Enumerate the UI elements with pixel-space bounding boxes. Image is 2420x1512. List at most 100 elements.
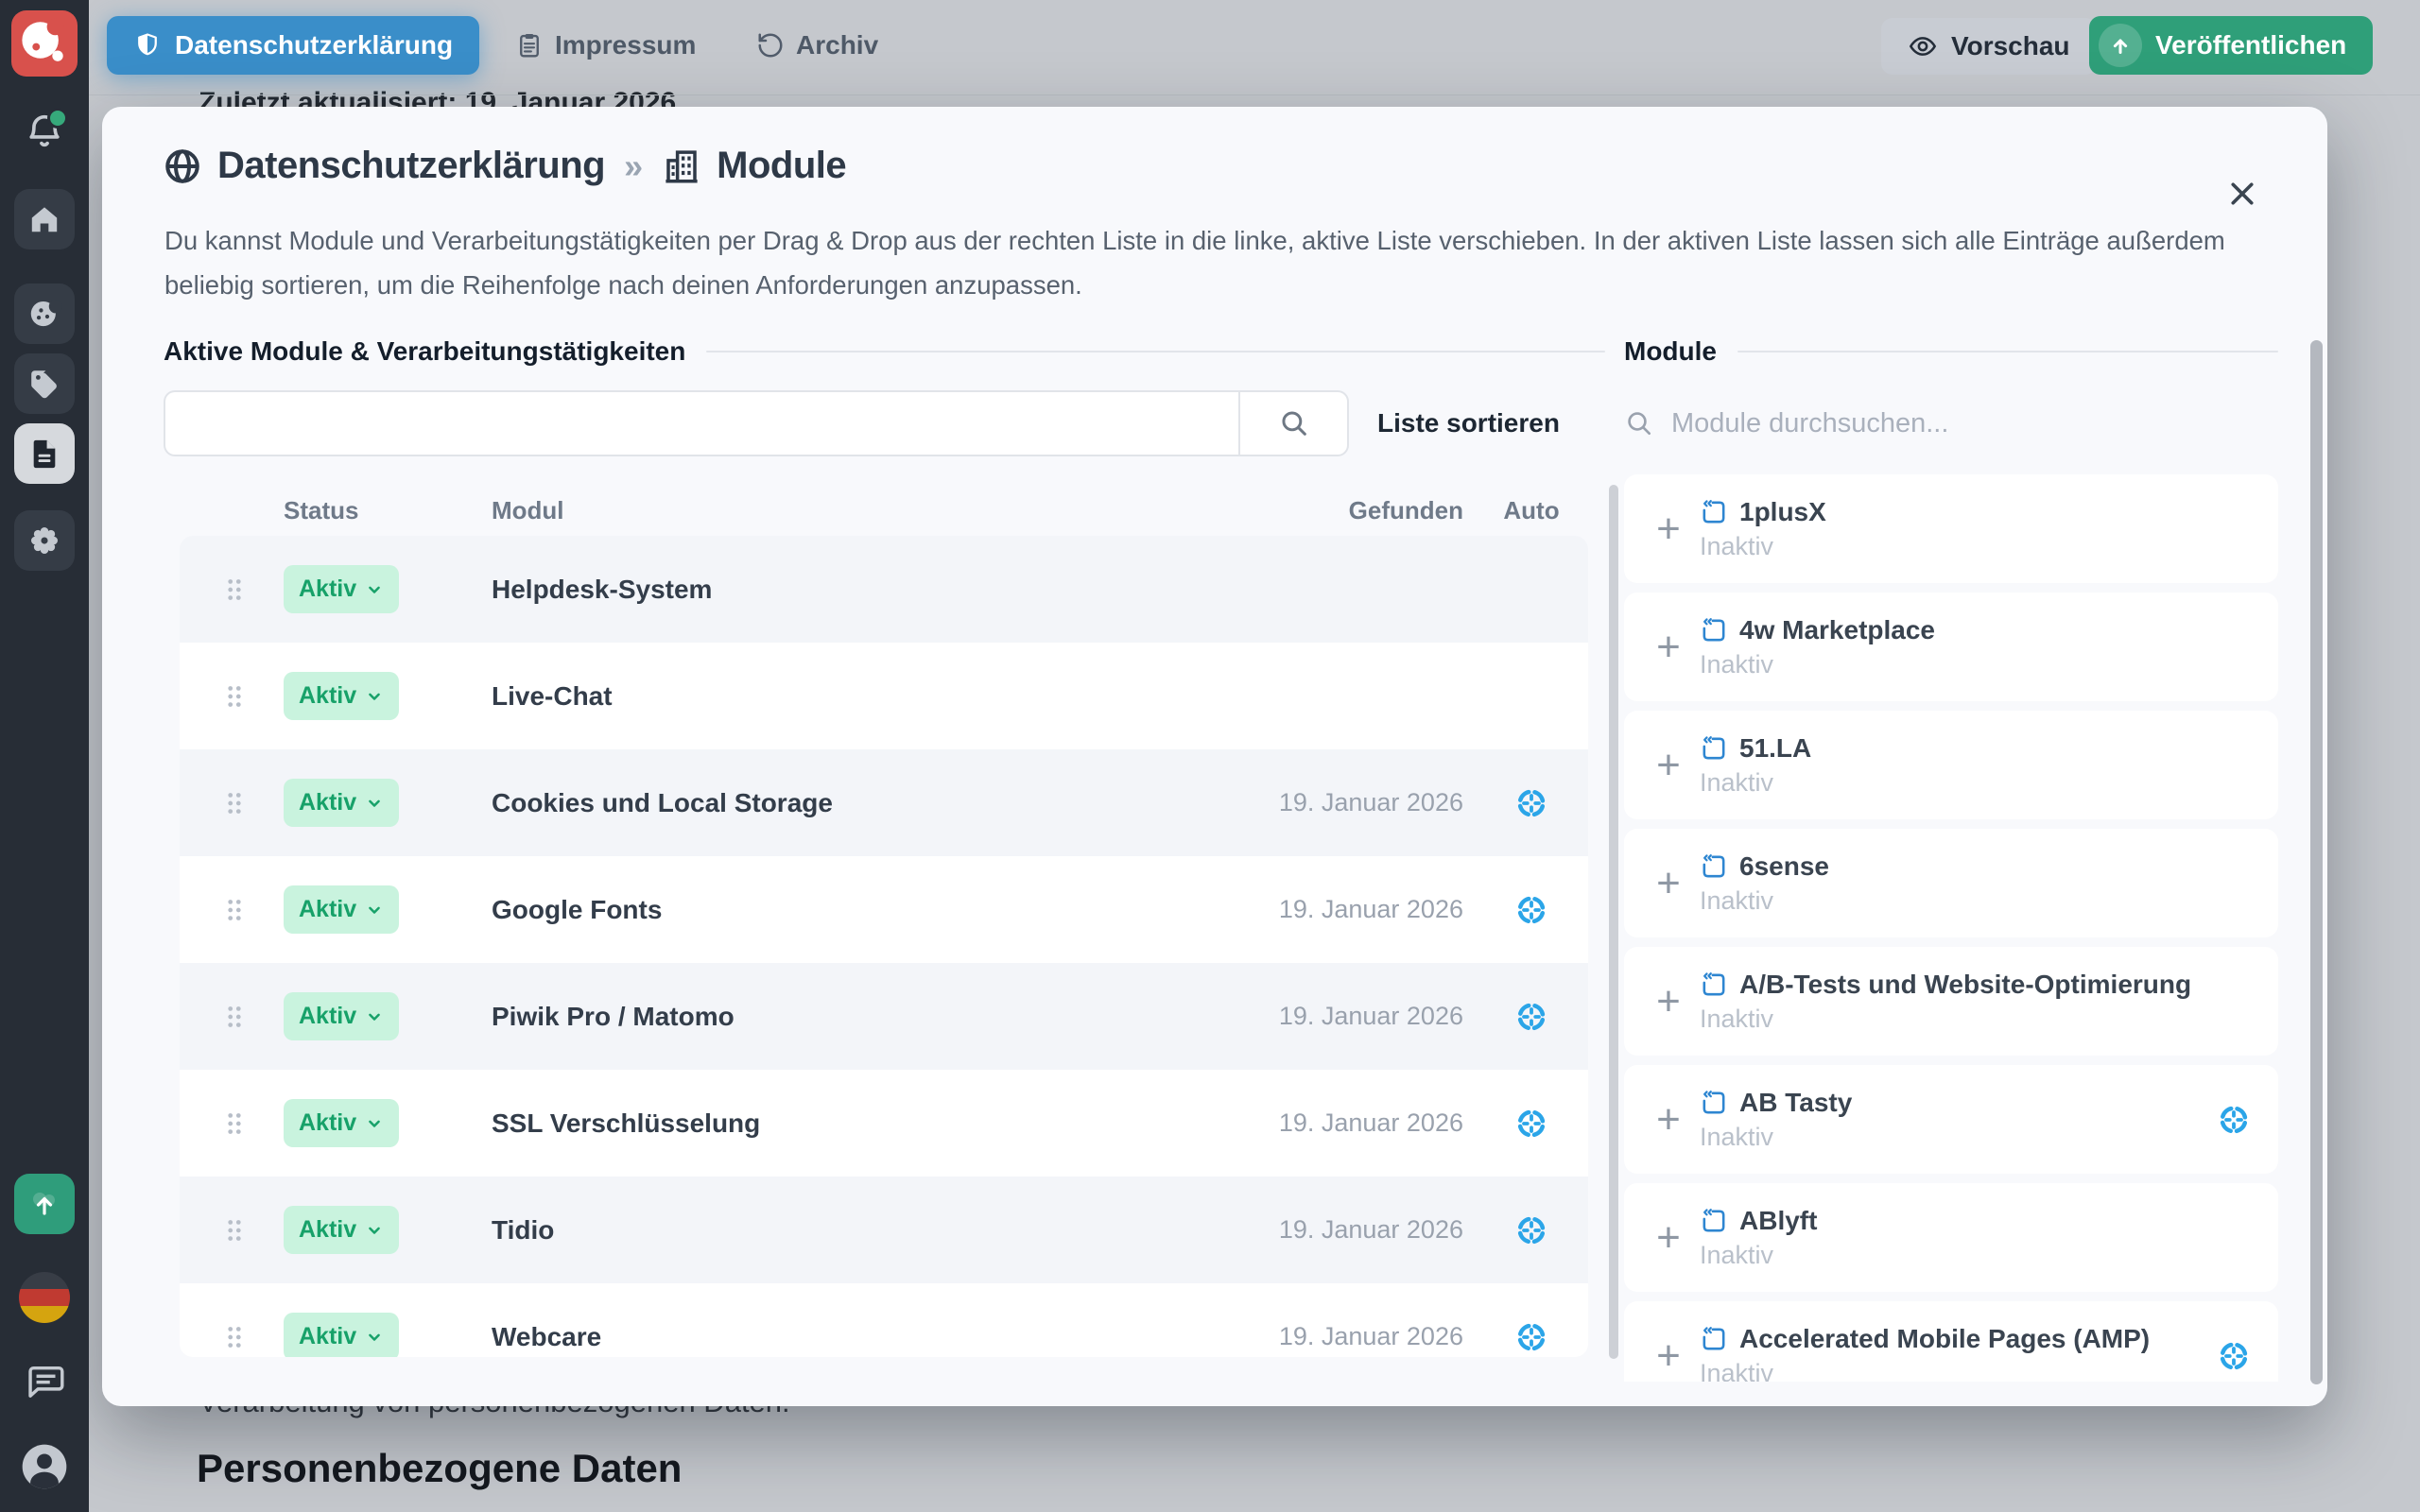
add-module-button[interactable]: + xyxy=(1647,745,1690,786)
available-module-card[interactable]: + Accelerated Mobile Pages (AMP) Inaktiv xyxy=(1624,1301,2278,1382)
chat-support-icon[interactable] xyxy=(23,1361,66,1404)
active-module-row[interactable]: Aktiv Live-Chat xyxy=(180,643,1588,749)
drag-handle-icon[interactable] xyxy=(222,1109,284,1138)
active-module-row[interactable]: Aktiv Tidio 19. Januar 2026 xyxy=(180,1177,1588,1283)
publish-button[interactable]: Veröffentlichen xyxy=(2089,16,2373,75)
tag-icon xyxy=(27,367,61,401)
language-flag-german[interactable] xyxy=(19,1272,70,1323)
tab-label: Datenschutzerklärung xyxy=(175,30,453,60)
sidebar-item-cookies[interactable] xyxy=(14,284,75,344)
available-module-card[interactable]: + 1plusX Inaktiv xyxy=(1624,474,2278,583)
available-module-card[interactable]: + AB Tasty Inaktiv xyxy=(1624,1065,2278,1174)
status-dropdown[interactable]: Aktiv xyxy=(284,779,399,827)
module-name: Piwik Pro / Matomo xyxy=(492,1002,1236,1032)
active-module-row[interactable]: Aktiv Webcare 19. Januar 2026 xyxy=(180,1283,1588,1357)
preview-label: Vorschau xyxy=(1951,31,2070,61)
add-module-button[interactable]: + xyxy=(1647,863,1690,904)
drag-handle-icon[interactable] xyxy=(222,1003,284,1031)
active-module-row[interactable]: Aktiv Cookies und Local Storage 19. Janu… xyxy=(180,749,1588,856)
add-module-button[interactable]: + xyxy=(1647,1335,1690,1377)
divider xyxy=(1737,351,2278,352)
drag-handle-icon[interactable] xyxy=(222,576,284,604)
drag-handle-icon[interactable] xyxy=(222,789,284,817)
home-icon xyxy=(27,202,61,236)
module-name: Helpdesk-System xyxy=(492,575,1236,605)
column-auto: Auto xyxy=(1486,496,1577,525)
status-dropdown[interactable]: Aktiv xyxy=(284,885,399,934)
module-status: Inaktiv xyxy=(1700,886,1829,916)
status-dropdown[interactable]: Aktiv xyxy=(284,672,399,720)
tab-archiv[interactable]: Archiv xyxy=(756,16,878,75)
module-card-main: Accelerated Mobile Pages (AMP) Inaktiv xyxy=(1700,1324,2150,1383)
cloud-upload-icon xyxy=(2099,24,2142,67)
status-dropdown[interactable]: Aktiv xyxy=(284,565,399,613)
module-status: Inaktiv xyxy=(1700,1359,2150,1383)
module-search-input[interactable] xyxy=(1669,407,2276,440)
drag-handle-icon[interactable] xyxy=(222,896,284,924)
drag-handle-icon[interactable] xyxy=(222,1323,284,1351)
sidebar-item-tags[interactable] xyxy=(14,353,75,414)
user-avatar[interactable] xyxy=(18,1440,71,1493)
sidebar-item-documents[interactable] xyxy=(14,423,75,484)
status-dropdown[interactable]: Aktiv xyxy=(284,1313,399,1357)
add-module-button[interactable]: + xyxy=(1647,1099,1690,1141)
modal-description: Du kannst Module und Verarbeitungstätigk… xyxy=(164,218,2282,307)
module-booklet-icon xyxy=(1700,616,1728,644)
globe-icon xyxy=(163,146,202,186)
status-dropdown[interactable]: Aktiv xyxy=(284,992,399,1040)
module-card-main: 4w Marketplace Inaktiv xyxy=(1700,615,1935,679)
sidebar-publish-button[interactable] xyxy=(14,1174,75,1234)
active-module-row[interactable]: Aktiv Piwik Pro / Matomo 19. Januar 2026 xyxy=(180,963,1588,1070)
module-search-row xyxy=(1624,392,2276,455)
found-date: 19. Januar 2026 xyxy=(1236,1002,1463,1031)
history-icon xyxy=(756,31,785,60)
module-list-scrollbar[interactable] xyxy=(2310,340,2323,1384)
auto-detected-icon xyxy=(1486,787,1577,819)
module-name: ABlyft xyxy=(1739,1206,1817,1236)
table-scrollbar[interactable] xyxy=(1609,485,1618,1359)
add-module-button[interactable]: + xyxy=(1647,627,1690,668)
tab-datenschutzerklaerung[interactable]: Datenschutzerklärung xyxy=(107,16,479,75)
chevron-down-icon xyxy=(365,1007,384,1026)
status-dropdown[interactable]: Aktiv xyxy=(284,1099,399,1147)
add-module-button[interactable]: + xyxy=(1647,508,1690,550)
tab-impressum[interactable]: Impressum xyxy=(515,16,696,75)
available-module-card[interactable]: + 4w Marketplace Inaktiv xyxy=(1624,593,2278,701)
chevron-down-icon xyxy=(365,1328,384,1347)
table-header: Status Modul Gefunden Auto xyxy=(180,490,1588,530)
active-module-row[interactable]: Aktiv Google Fonts 19. Januar 2026 xyxy=(180,856,1588,963)
add-module-button[interactable]: + xyxy=(1647,1217,1690,1259)
drag-handle-icon[interactable] xyxy=(222,682,284,711)
notifications-bell-icon[interactable] xyxy=(23,110,66,153)
preview-button[interactable]: Vorschau xyxy=(1881,18,2097,75)
breadcrumb-root: Datenschutzerklärung xyxy=(217,145,605,187)
close-icon[interactable] xyxy=(2225,177,2259,211)
clipboard-icon xyxy=(515,31,544,60)
active-module-row[interactable]: Aktiv SSL Verschlüsselung 19. Januar 202… xyxy=(180,1070,1588,1177)
active-module-row[interactable]: Aktiv Helpdesk-System xyxy=(180,536,1588,643)
available-module-card[interactable]: + A/B-Tests und Website-Optimierung Inak… xyxy=(1624,947,2278,1056)
module-name: 1plusX xyxy=(1739,497,1826,527)
breadcrumb: Datenschutzerklärung » Module xyxy=(163,145,846,187)
available-module-card[interactable]: + ABlyft Inaktiv xyxy=(1624,1183,2278,1292)
status-dropdown[interactable]: Aktiv xyxy=(284,1206,399,1254)
sidebar-item-home[interactable] xyxy=(14,189,75,249)
eye-icon xyxy=(1908,31,1938,61)
cookie-icon xyxy=(26,296,62,332)
tab-label: Impressum xyxy=(555,30,696,60)
module-name: 4w Marketplace xyxy=(1739,615,1935,645)
topbar: Datenschutzerklärung Impressum Archiv Vo… xyxy=(89,0,2420,95)
found-date: 19. Januar 2026 xyxy=(1236,1108,1463,1138)
drag-handle-icon[interactable] xyxy=(222,1216,284,1245)
sidebar-item-settings[interactable] xyxy=(14,510,75,571)
active-modules-search-input[interactable] xyxy=(164,390,1238,456)
status-label: Aktiv xyxy=(299,896,356,923)
available-module-card[interactable]: + 51.LA Inaktiv xyxy=(1624,711,2278,819)
publish-label: Veröffentlichen xyxy=(2155,30,2346,60)
app-logo[interactable] xyxy=(11,10,78,77)
add-module-button[interactable]: + xyxy=(1647,981,1690,1022)
search-button[interactable] xyxy=(1238,390,1349,456)
sort-list-button[interactable]: Liste sortieren xyxy=(1377,390,1560,456)
module-booklet-icon xyxy=(1700,1089,1728,1117)
available-module-card[interactable]: + 6sense Inaktiv xyxy=(1624,829,2278,937)
